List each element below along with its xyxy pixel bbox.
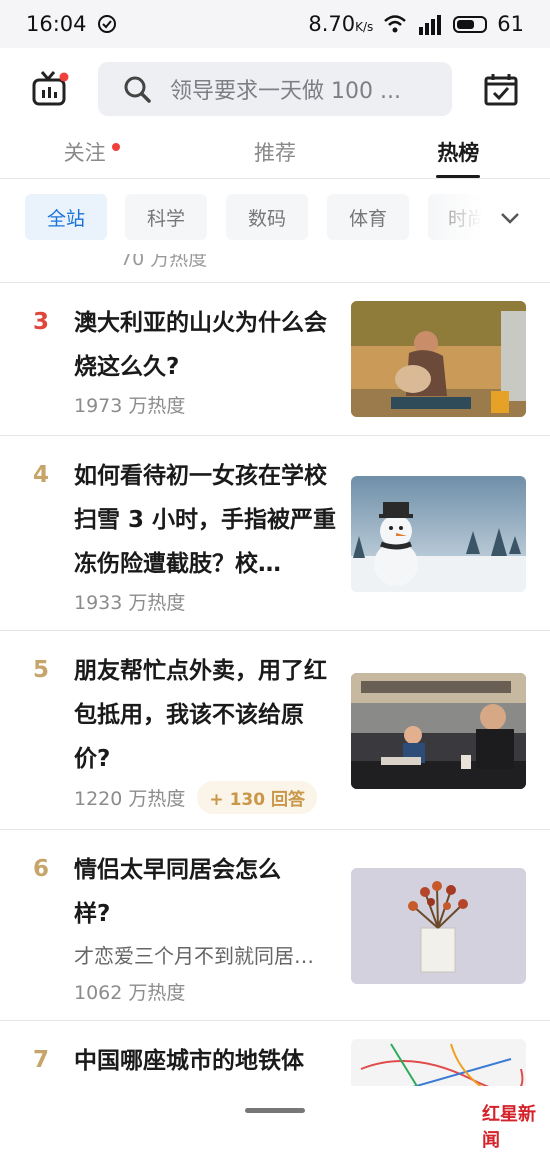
- item-title[interactable]: 澳大利亚的山火为什么会烧这么久?: [74, 301, 338, 389]
- header-divider: [0, 178, 550, 179]
- list-item[interactable]: 3 澳大利亚的山火为什么会烧这么久? 1973 万热度: [0, 282, 550, 436]
- item-title[interactable]: 中国哪座城市的地铁体: [74, 1039, 338, 1083]
- subway-map[interactable]: [351, 1039, 526, 1086]
- search-icon: [124, 76, 151, 103]
- rank-number: 4: [33, 462, 50, 488]
- answers-badge[interactable]: + 130 回答: [197, 781, 317, 814]
- rank-number: 3: [33, 309, 50, 335]
- item-title[interactable]: 朋友帮忙点外卖，用了红包抵用，我该不该给原价?: [74, 649, 338, 781]
- status-bar: 16:04 8.70K/s 61: [0, 0, 550, 48]
- network-speed: 8.70K/s: [308, 12, 374, 36]
- category-filters: 全站 科学 数码 体育 时尚: [0, 180, 550, 254]
- restaurant-photo[interactable]: [351, 673, 526, 789]
- task-check-icon[interactable]: [482, 70, 520, 108]
- chevron-down-icon[interactable]: [498, 206, 522, 230]
- tab-hot-list[interactable]: 热榜: [367, 126, 550, 178]
- live-tv-icon[interactable]: [30, 68, 70, 108]
- filter-all[interactable]: 全站: [25, 194, 107, 240]
- bottom-bar: [0, 1086, 550, 1136]
- snowman-photo[interactable]: [351, 476, 526, 592]
- sync-check-icon: [97, 15, 116, 33]
- list-item[interactable]: 7 中国哪座城市的地铁体: [0, 1020, 550, 1086]
- item-excerpt: 才恋爱三个月不到就同居…: [74, 944, 314, 968]
- bushfire-photo[interactable]: [351, 301, 526, 417]
- rank-number: 7: [33, 1047, 50, 1073]
- rank-number: 5: [33, 657, 50, 683]
- tab-follow[interactable]: 关注: [0, 126, 183, 178]
- rank-number: 6: [33, 856, 50, 882]
- battery-icon: [453, 15, 488, 33]
- wifi-icon: [384, 15, 407, 33]
- notification-dot: [111, 143, 120, 151]
- signal-icon: [419, 15, 442, 35]
- home-indicator[interactable]: [245, 1108, 305, 1113]
- hot-list: 70 万热度 3 澳大利亚的山火为什么会烧这么久? 1973 万热度 4 如何看…: [0, 254, 550, 1086]
- tab-recommend[interactable]: 推荐: [183, 126, 366, 178]
- watermark-logo: 红星新闻: [482, 1104, 536, 1151]
- top-tabs: 关注 推荐 热榜: [0, 126, 550, 178]
- filter-science[interactable]: 科学: [125, 194, 207, 240]
- heat-count: 1062 万热度: [74, 982, 186, 1004]
- partial-item-heat: 70 万热度: [120, 254, 208, 270]
- search-bar[interactable]: 领导要求一天做 100 ...: [98, 62, 452, 116]
- flowers-photo[interactable]: [351, 868, 526, 984]
- filter-sports[interactable]: 体育: [327, 194, 409, 240]
- battery-level: 61: [497, 12, 524, 36]
- list-item[interactable]: 5 朋友帮忙点外卖，用了红包抵用，我该不该给原价? 1220 万热度 + 130 …: [0, 630, 550, 830]
- item-title[interactable]: 如何看待初一女孩在学校扫雪 3 小时，手指被严重冻伤险遭截肢？校…: [74, 454, 342, 586]
- heat-count: 1973 万热度: [74, 395, 186, 417]
- filter-digital[interactable]: 数码: [226, 194, 308, 240]
- top-bar: 领导要求一天做 100 ... 关注 推荐 热榜: [0, 48, 550, 178]
- list-item[interactable]: 4 如何看待初一女孩在学校扫雪 3 小时，手指被严重冻伤险遭截肢？校… 1933…: [0, 435, 550, 631]
- heat-count: 1220 万热度 + 130 回答: [74, 781, 317, 814]
- list-item[interactable]: 6 情侣太早同居会怎么样? 才恋爱三个月不到就同居… 1062 万热度: [0, 829, 550, 1021]
- status-time: 16:04: [26, 12, 87, 36]
- search-placeholder: 领导要求一天做 100 ...: [170, 79, 401, 104]
- heat-count: 1933 万热度: [74, 592, 186, 614]
- item-title[interactable]: 情侣太早同居会怎么样?: [74, 848, 314, 936]
